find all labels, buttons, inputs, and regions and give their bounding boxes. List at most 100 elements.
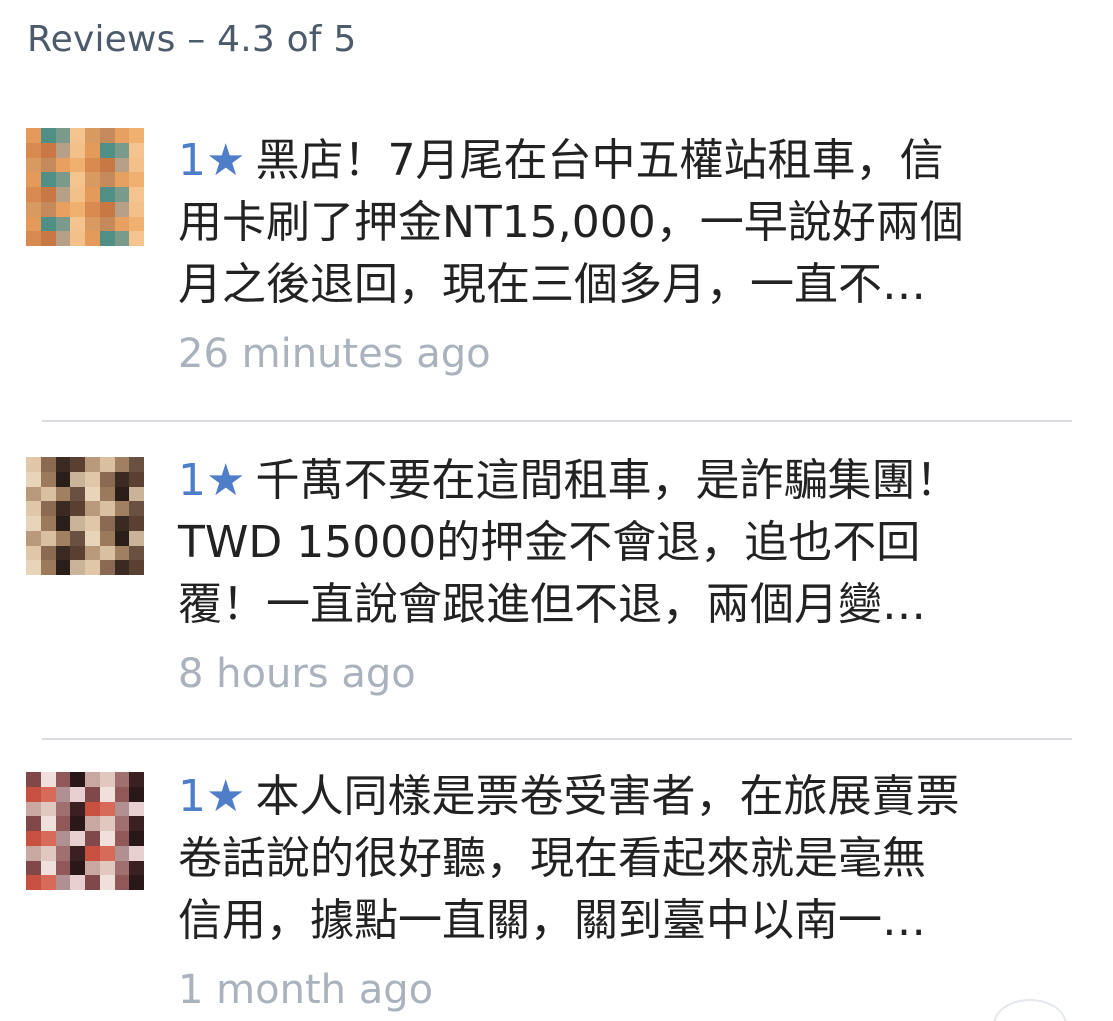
avatar-pixel — [114, 486, 130, 502]
avatar-pixel — [129, 860, 144, 876]
avatar-pixel — [40, 142, 56, 158]
avatar-pixel — [85, 172, 100, 187]
avatar-pixel — [85, 860, 100, 876]
avatar-pixel — [129, 560, 144, 575]
avatar-pixel — [55, 157, 71, 173]
avatar-pixel — [85, 545, 100, 561]
review-line: 1★ 本人同樣是票卷受害者，在旅展賣票 — [178, 771, 960, 822]
avatar-pixel — [55, 187, 71, 202]
avatar-pixel — [55, 231, 71, 246]
avatar-pixel — [99, 172, 115, 187]
avatar-pixel — [40, 786, 56, 802]
avatar-pixel — [85, 786, 100, 802]
avatar-pixel — [114, 530, 130, 546]
avatar-pixel — [26, 142, 41, 158]
avatar-pixel — [114, 772, 130, 787]
avatar-pixel — [55, 486, 71, 502]
avatar-pixel — [55, 128, 71, 143]
avatar-pixel — [99, 471, 115, 487]
review-line: 月之後退回，現在三個多月，一直不… — [178, 259, 926, 310]
avatar-pixel — [40, 471, 56, 487]
avatar-pixel — [40, 831, 56, 846]
avatar-pixel — [114, 831, 130, 846]
avatar-pixel — [114, 875, 130, 890]
avatar-pixel — [85, 201, 100, 217]
avatar-pixel — [99, 816, 115, 831]
rating-stars: 1★ — [178, 135, 246, 186]
avatar-pixel — [129, 772, 144, 787]
avatar-pixel — [40, 187, 56, 202]
avatar-pixel — [85, 530, 100, 546]
avatar-pixel — [129, 128, 144, 143]
avatar-pixel — [85, 216, 100, 232]
avatar-pixel — [114, 457, 130, 472]
avatar-pixel — [70, 516, 85, 531]
avatar-pixel — [85, 157, 100, 173]
avatar-pixel — [85, 457, 100, 472]
avatar-pixel — [70, 816, 85, 831]
avatar-pixel — [70, 501, 85, 516]
reviewer-avatar[interactable] — [26, 457, 144, 575]
avatar-pixel — [70, 142, 85, 158]
avatar-pixel — [129, 530, 144, 546]
avatar-pixel — [70, 457, 85, 472]
avatar-pixel — [129, 516, 144, 531]
avatar-pixel — [55, 875, 71, 890]
avatar-pixel — [129, 545, 144, 561]
avatar-pixel — [26, 816, 41, 831]
avatar-pixel — [26, 560, 41, 575]
review-divider — [42, 420, 1072, 422]
avatar-pixel — [55, 530, 71, 546]
avatar-pixel — [40, 128, 56, 143]
avatar-pixel — [26, 187, 41, 202]
avatar-pixel — [26, 471, 41, 487]
avatar-pixel — [26, 486, 41, 502]
avatar-pixel — [129, 457, 144, 472]
avatar-pixel — [26, 128, 41, 143]
rating-stars: 1★ — [178, 771, 246, 822]
avatar-pixel — [99, 772, 115, 787]
reviewer-avatar[interactable] — [26, 772, 144, 890]
avatar-pixel — [40, 516, 56, 531]
avatar-pixel — [114, 201, 130, 217]
avatar-pixel — [99, 201, 115, 217]
review-line: 用卡刷了押金NT15,000，一早說好兩個 — [178, 197, 964, 248]
avatar-pixel — [70, 772, 85, 787]
avatar-pixel — [40, 560, 56, 575]
avatar-pixel — [26, 231, 41, 246]
review-divider — [42, 738, 1072, 740]
avatar-pixel — [40, 172, 56, 187]
avatar-pixel — [55, 816, 71, 831]
avatar-pixel — [129, 831, 144, 846]
avatar-pixel — [26, 831, 41, 846]
avatar-pixel — [114, 816, 130, 831]
avatar-pixel — [55, 560, 71, 575]
reviews-screen: Reviews – 4.3 of 5 1★ 黑店！7月尾在台中五權站租車，信 用卡… — [0, 0, 1113, 1021]
avatar-pixel — [85, 187, 100, 202]
avatar-pixel — [114, 187, 130, 202]
avatar-pixel — [55, 142, 71, 158]
avatar-pixel — [55, 860, 71, 876]
avatar-pixel — [129, 501, 144, 516]
avatar-pixel — [114, 860, 130, 876]
avatar-pixel — [70, 231, 85, 246]
avatar-pixel — [26, 860, 41, 876]
avatar-pixel — [70, 157, 85, 173]
avatar-pixel — [26, 501, 41, 516]
avatar-pixel — [129, 875, 144, 890]
avatar-pixel — [40, 530, 56, 546]
avatar-pixel — [99, 128, 115, 143]
review-timestamp: 8 hours ago — [178, 651, 416, 697]
avatar-pixel — [129, 845, 144, 861]
avatar-pixel — [129, 486, 144, 502]
avatar-pixel — [40, 875, 56, 890]
avatar-pixel — [99, 860, 115, 876]
avatar-pixel — [114, 501, 130, 516]
avatar-pixel — [26, 157, 41, 173]
avatar-pixel — [70, 128, 85, 143]
avatar-pixel — [55, 786, 71, 802]
avatar-pixel — [55, 501, 71, 516]
avatar-pixel — [55, 457, 71, 472]
avatar-pixel — [99, 231, 115, 246]
reviewer-avatar[interactable] — [26, 128, 144, 246]
